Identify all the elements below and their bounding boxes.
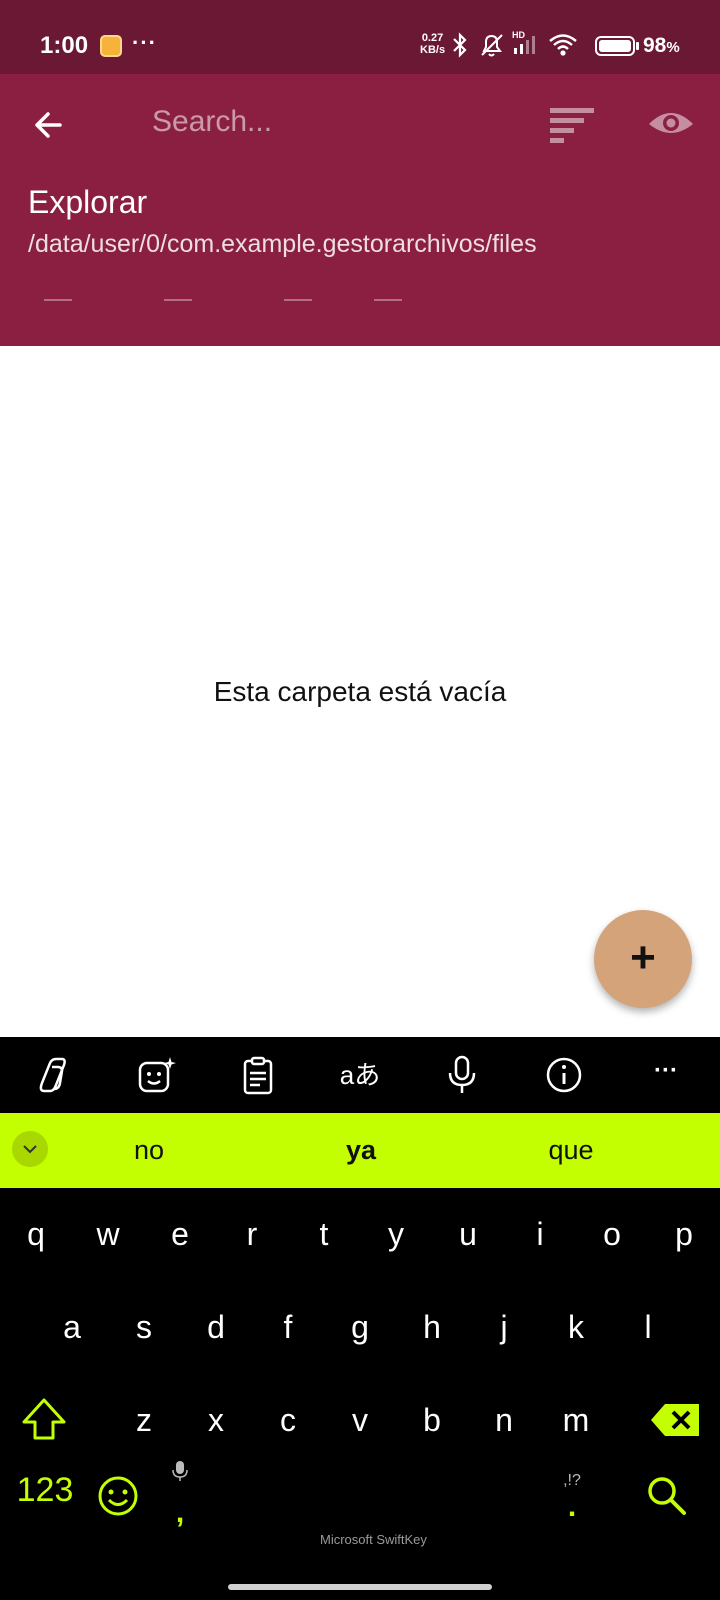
chevron-down-icon (23, 1145, 37, 1154)
visibility-button[interactable] (646, 104, 696, 144)
network-speed: 0.27 KB/s (420, 32, 445, 56)
signal-icon: HD (512, 30, 540, 61)
notification-more-icon: ··· (132, 30, 157, 55)
back-button[interactable] (28, 104, 70, 146)
gesture-nav-handle[interactable] (228, 1584, 492, 1590)
arrow-back-icon (35, 112, 62, 138)
sort-icon (550, 108, 594, 143)
key-i[interactable]: i (504, 1194, 576, 1274)
key-y[interactable]: y (360, 1194, 432, 1274)
backspace-key[interactable] (640, 1380, 712, 1460)
app-header: Explorar /data/user/0/com.example.gestor… (0, 74, 720, 346)
translate-icon[interactable]: aあ (338, 1053, 382, 1097)
backspace-icon (651, 1404, 699, 1436)
key-b[interactable]: b (396, 1380, 468, 1460)
collapse-button[interactable] (12, 1131, 48, 1167)
battery-icon (595, 35, 641, 62)
key-r[interactable]: r (216, 1194, 288, 1274)
search-icon (648, 1477, 686, 1515)
emoji-icon (98, 1476, 138, 1516)
tab-indicator[interactable] (284, 299, 312, 301)
key-d[interactable]: d (180, 1287, 252, 1367)
key-e[interactable]: e (144, 1194, 216, 1274)
key-j[interactable]: j (468, 1287, 540, 1367)
eye-icon (649, 113, 693, 133)
period-key[interactable]: ,!? . (542, 1451, 602, 1551)
key-q[interactable]: q (0, 1194, 72, 1274)
key-v[interactable]: v (324, 1380, 396, 1460)
status-bar: 1:00 ··· 0.27 KB/s HD 98% (0, 0, 720, 74)
sticker-icon[interactable] (134, 1053, 178, 1097)
on-screen-keyboard: aあ ··· no ya que q w e r t y u i o p a s… (0, 1037, 720, 1600)
suggestion-item[interactable]: ya (281, 1135, 441, 1166)
search-key[interactable] (630, 1451, 702, 1529)
shift-key[interactable] (8, 1380, 80, 1460)
wifi-icon (548, 32, 578, 63)
suggestion-bar: no ya que (0, 1113, 720, 1188)
tab-indicator[interactable] (44, 299, 72, 301)
key-s[interactable]: s (108, 1287, 180, 1367)
add-button[interactable]: + (594, 910, 692, 1008)
copilot-icon[interactable] (32, 1053, 76, 1097)
network-speed-value: 0.27 (421, 32, 444, 44)
key-c[interactable]: c (252, 1380, 324, 1460)
key-f[interactable]: f (252, 1287, 324, 1367)
clipboard-icon[interactable] (236, 1053, 280, 1097)
suggestion-item[interactable]: no (69, 1135, 229, 1166)
comma-key[interactable]: , (150, 1451, 210, 1551)
key-x[interactable]: x (180, 1380, 252, 1460)
key-l[interactable]: l (612, 1287, 684, 1367)
network-speed-unit: KB/s (420, 44, 446, 56)
key-k[interactable]: k (540, 1287, 612, 1367)
key-h[interactable]: h (396, 1287, 468, 1367)
status-time: 1:00 (40, 32, 89, 59)
key-w[interactable]: w (72, 1194, 144, 1274)
bluetooth-icon (452, 32, 468, 63)
plus-icon: + (630, 933, 656, 982)
emoji-key[interactable] (82, 1451, 154, 1529)
page-title: Explorar (28, 184, 148, 220)
period-label: . (567, 1490, 577, 1523)
suggestion-item[interactable]: que (491, 1135, 651, 1166)
search-input[interactable] (152, 98, 512, 146)
key-z[interactable]: z (108, 1380, 180, 1460)
mute-bell-icon (478, 32, 506, 63)
comma-label: , (175, 1496, 185, 1529)
sort-button[interactable] (548, 104, 598, 144)
empty-folder-message: Esta carpeta está vacía (213, 676, 507, 707)
keyboard-toolbar: aあ ··· (0, 1037, 720, 1113)
hd-label: HD (512, 30, 525, 40)
tab-indicator[interactable] (374, 299, 402, 301)
space-key-label: Microsoft SwiftKey (320, 1532, 427, 1547)
key-u[interactable]: u (432, 1194, 504, 1274)
tab-indicator[interactable] (164, 299, 192, 301)
numbers-key[interactable]: 123 (0, 1451, 90, 1529)
more-icon[interactable]: ··· (644, 1053, 688, 1097)
microphone-icon[interactable] (440, 1053, 484, 1097)
key-a[interactable]: a (36, 1287, 108, 1367)
key-o[interactable]: o (576, 1194, 648, 1274)
key-p[interactable]: p (648, 1194, 720, 1274)
notification-app-icon (100, 35, 122, 57)
key-n[interactable]: n (468, 1380, 540, 1460)
info-icon[interactable] (542, 1053, 586, 1097)
current-path: /data/user/0/com.example.gestorarchivos/… (28, 230, 537, 258)
battery-percent: 98% (643, 34, 680, 57)
key-g[interactable]: g (324, 1287, 396, 1367)
shift-icon (22, 1398, 66, 1440)
key-t[interactable]: t (288, 1194, 360, 1274)
